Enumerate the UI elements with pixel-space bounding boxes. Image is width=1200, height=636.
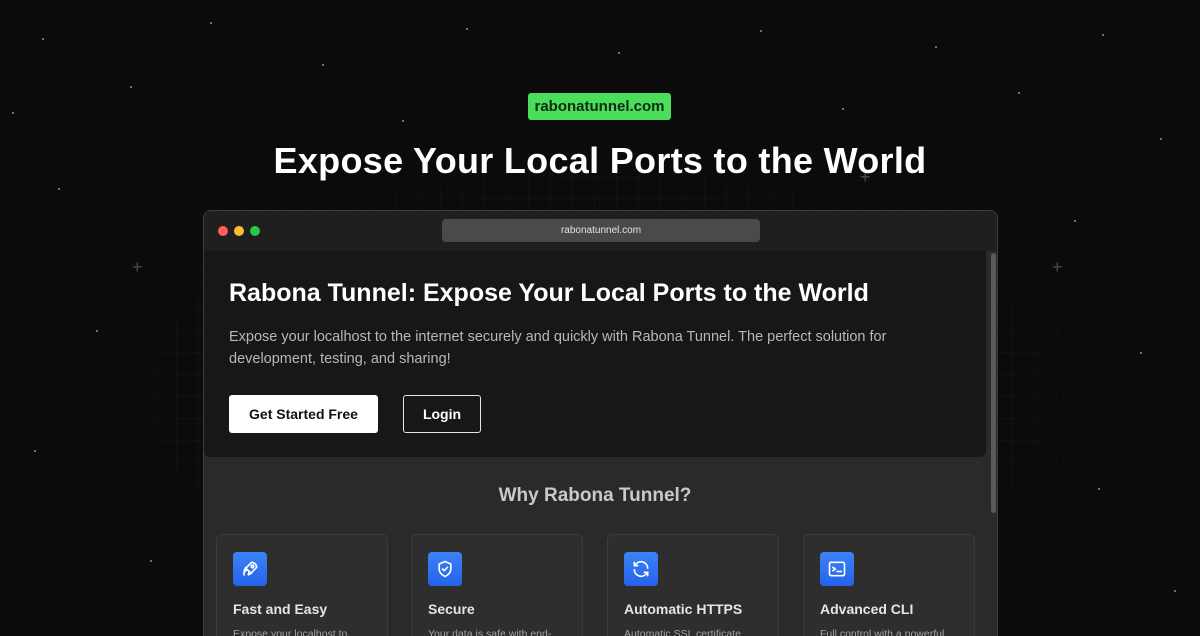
features-section-title: Why Rabona Tunnel? bbox=[498, 485, 692, 506]
page-heading: Rabona Tunnel: Expose Your Local Ports t… bbox=[229, 279, 869, 307]
vertical-scrollbar[interactable] bbox=[988, 251, 997, 636]
feature-description: Automatic SSL certificate bbox=[624, 628, 741, 636]
feature-card-fast-and-easy: Fast and Easy Expose your localhost to bbox=[216, 534, 388, 636]
page-hero-card: Rabona Tunnel: Expose Your Local Ports t… bbox=[204, 251, 986, 457]
feature-description: Full control with a powerful bbox=[820, 628, 945, 636]
close-window-button[interactable] bbox=[218, 226, 228, 236]
feature-card-automatic-https: Automatic HTTPS Automatic SSL certificat… bbox=[607, 534, 779, 636]
minimize-window-button[interactable] bbox=[234, 226, 244, 236]
shield-check-icon bbox=[428, 552, 462, 586]
refresh-icon bbox=[624, 552, 658, 586]
page-description: Expose your localhost to the internet se… bbox=[229, 329, 887, 367]
feature-description: Expose your localhost to bbox=[233, 628, 348, 636]
feature-card-advanced-cli: Advanced CLI Full control with a powerfu… bbox=[803, 534, 975, 636]
domain-badge: rabonatunnel.com bbox=[528, 93, 671, 120]
browser-titlebar: rabonatunnel.com bbox=[204, 211, 997, 251]
feature-description: Your data is safe with end- bbox=[428, 628, 552, 636]
login-button[interactable]: Login bbox=[403, 395, 481, 433]
get-started-button[interactable]: Get Started Free bbox=[229, 395, 378, 433]
hero-title: Expose Your Local Ports to the World bbox=[273, 140, 927, 181]
feature-title: Fast and Easy bbox=[233, 601, 328, 617]
feature-title: Automatic HTTPS bbox=[624, 601, 743, 617]
maximize-window-button[interactable] bbox=[250, 226, 260, 236]
address-bar[interactable]: rabonatunnel.com bbox=[442, 219, 760, 242]
feature-title: Advanced CLI bbox=[820, 601, 914, 617]
rocket-icon bbox=[233, 552, 267, 586]
browser-window: rabonatunnel.com Rabona Tunnel: Expose Y… bbox=[203, 210, 998, 636]
terminal-icon bbox=[820, 552, 854, 586]
feature-card-secure: Secure Your data is safe with end- bbox=[411, 534, 583, 636]
scrollbar-thumb[interactable] bbox=[991, 253, 996, 513]
feature-title: Secure bbox=[428, 601, 475, 617]
